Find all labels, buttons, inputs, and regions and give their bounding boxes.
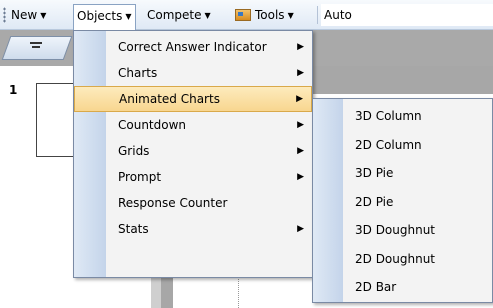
objects-menu-button[interactable]: Objects ▼ [73, 4, 136, 30]
menu-item-label: Correct Answer Indicator [118, 40, 267, 54]
menu-item-3d-doughnut[interactable]: 3D Doughnut [313, 216, 492, 245]
canvas-header [312, 66, 493, 94]
toolbar-grip[interactable] [3, 7, 6, 23]
menu-item-animated-charts[interactable]: Animated Charts ▶ [74, 86, 312, 112]
animated-charts-submenu: 3D Column 2D Column 3D Pie 2D Pie 3D Doughnu… [312, 98, 493, 303]
menu-item-response-counter[interactable]: Response Counter [74, 190, 312, 216]
slide-number: 1 [9, 83, 18, 97]
menu-item-grids[interactable]: Grids ▶ [74, 138, 312, 164]
menu-item-label: Grids [118, 144, 150, 158]
tools-label: Tools [255, 8, 285, 22]
menu-item-prompt[interactable]: Prompt ▶ [74, 164, 312, 190]
triangle-right-icon: ▶ [297, 172, 304, 182]
chevron-down-icon: ▼ [40, 11, 47, 20]
menu-item-3d-column[interactable]: 3D Column [313, 102, 492, 131]
menu-item-label: Countdown [118, 118, 187, 132]
menu-item-correct-answer-indicator[interactable]: Correct Answer Indicator ▶ [74, 34, 312, 60]
new-menu-button[interactable]: New ▼ [8, 4, 49, 26]
menu-item-3d-pie[interactable]: 3D Pie [313, 159, 492, 188]
menu-item-label: Stats [118, 222, 149, 236]
menu-item-2d-pie[interactable]: 2D Pie [313, 188, 492, 217]
menu-item-label: 2D Pie [355, 194, 394, 209]
objects-menu: Correct Answer Indicator ▶ Charts ▶ Animated… [73, 30, 313, 278]
menu-item-2d-doughnut[interactable]: 2D Doughnut [313, 245, 492, 274]
list-icon [30, 42, 42, 52]
new-label: New [11, 8, 38, 22]
menu-item-label: Charts [118, 66, 158, 80]
triangle-right-icon: ▶ [297, 120, 304, 130]
menu-item-label: 3D Column [355, 109, 422, 123]
menu-item-2d-column[interactable]: 2D Column [313, 131, 492, 160]
menu-item-label: 2D Bar [355, 280, 397, 294]
menu-item-label: 2D Doughnut [355, 251, 436, 266]
triangle-right-icon: ▶ [296, 94, 303, 104]
chevron-down-icon: ▼ [287, 11, 294, 20]
menu-item-label: 3D Pie [355, 166, 394, 180]
menu-item-countdown[interactable]: Countdown ▶ [74, 112, 312, 138]
triangle-right-icon: ▶ [297, 224, 304, 234]
toolbar-separator [317, 6, 318, 24]
auto-field[interactable]: Auto [321, 4, 493, 26]
menu-item-charts[interactable]: Charts ▶ [74, 60, 312, 86]
menu-item-2d-bar[interactable]: 2D Bar [313, 273, 492, 302]
chevron-down-icon: ▼ [125, 12, 132, 21]
triangle-right-icon: ▶ [297, 68, 304, 78]
chevron-down-icon: ▼ [204, 11, 211, 20]
menu-item-label: Prompt [118, 170, 162, 184]
compete-label: Compete [147, 8, 202, 22]
toolbar: New ▼ Objects ▼ Compete ▼ Tools ▼ Auto [0, 0, 493, 30]
triangle-right-icon: ▶ [297, 146, 304, 156]
menu-item-label: Response Counter [118, 196, 228, 210]
tools-menu-button[interactable]: Tools ▼ [232, 4, 297, 26]
triangle-right-icon: ▶ [297, 42, 304, 52]
compete-menu-button[interactable]: Compete ▼ [144, 4, 214, 26]
menu-item-label: 2D Column [355, 137, 422, 152]
tools-icon [235, 9, 251, 21]
menu-item-stats[interactable]: Stats ▶ [74, 216, 312, 242]
menu-item-label: Animated Charts [119, 92, 220, 106]
objects-label: Objects [77, 9, 123, 23]
menu-item-label: 3D Doughnut [355, 223, 436, 237]
